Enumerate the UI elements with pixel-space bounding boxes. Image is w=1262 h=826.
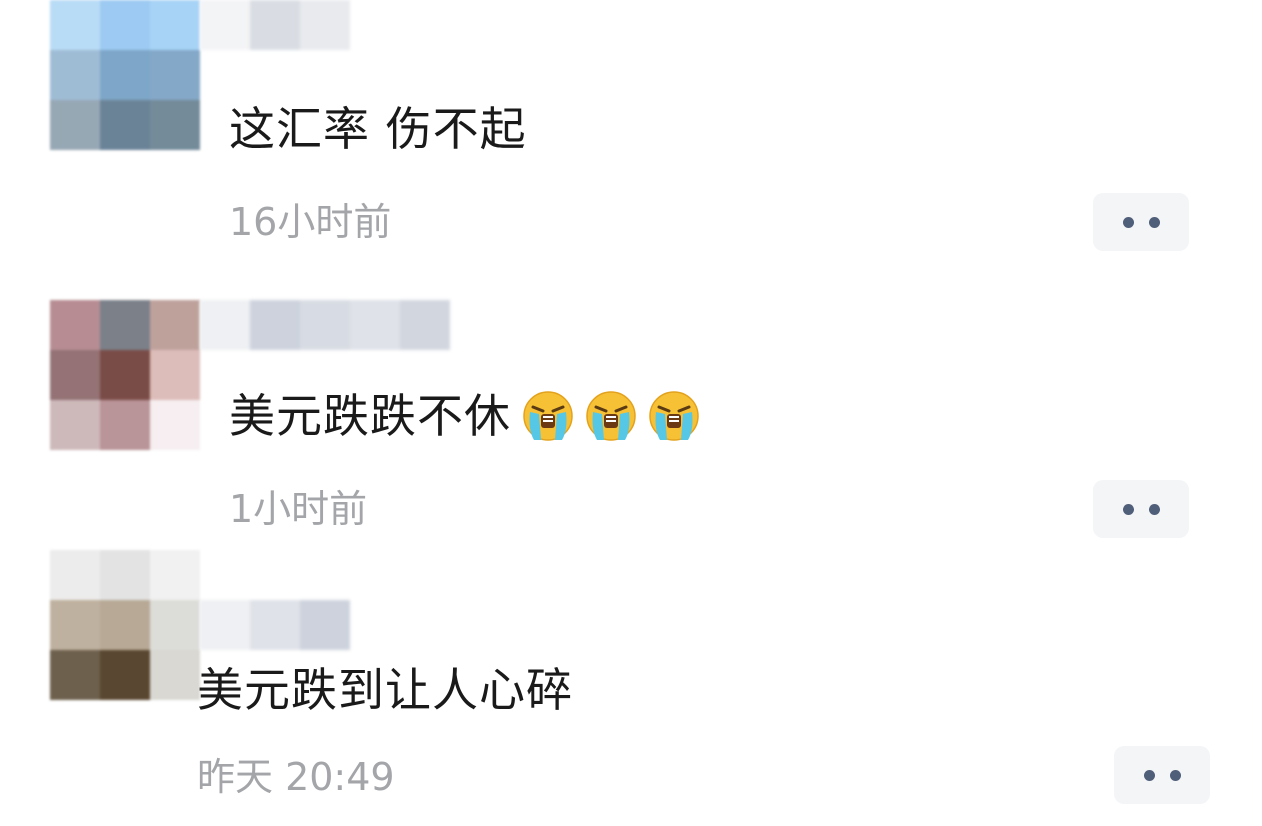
pixel-tile	[200, 600, 250, 650]
more-dots-icon	[1143, 769, 1155, 781]
pixel-tile	[300, 600, 350, 650]
pixel-tile	[50, 550, 100, 600]
pixel-tile	[150, 550, 200, 600]
avatar[interactable]	[50, 550, 200, 700]
pixel-tile	[50, 650, 100, 700]
more-options-button[interactable]	[1114, 746, 1210, 804]
comment-text: 美元跌到让人心碎	[197, 663, 573, 717]
pixel-tile	[250, 600, 300, 650]
pixel-tile	[100, 550, 150, 600]
pixel-tile	[100, 650, 150, 700]
comment-timestamp: 昨天 20:49	[197, 755, 395, 799]
pixel-tile	[100, 600, 150, 650]
pixel-tile	[50, 600, 100, 650]
pixel-tile	[150, 650, 200, 700]
pixel-tile	[150, 600, 200, 650]
comment-item: 美元跌到让人心碎 昨天 20:49	[0, 0, 1262, 826]
username-blurred[interactable]	[200, 600, 350, 650]
